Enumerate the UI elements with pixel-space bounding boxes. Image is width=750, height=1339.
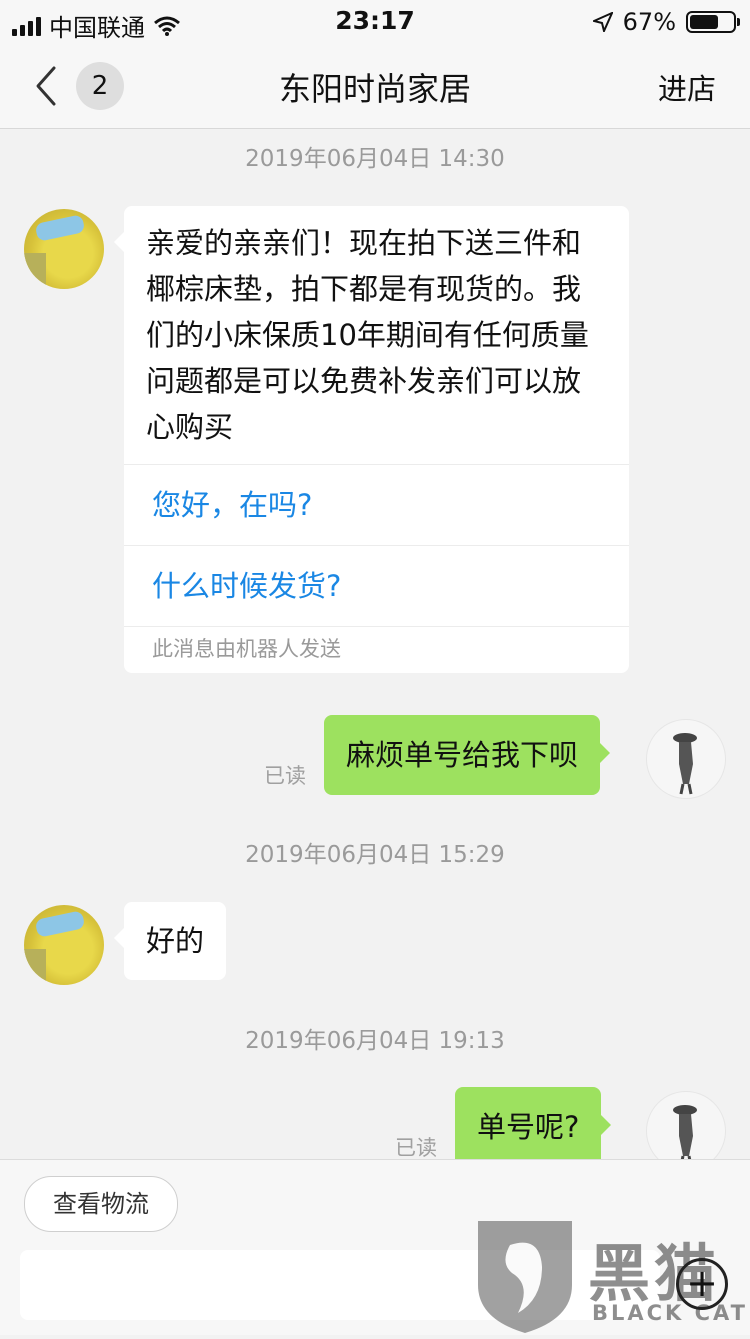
figure-icon: [673, 733, 697, 795]
battery-fill: [690, 15, 718, 29]
page-title: 东阳时尚家居: [278, 70, 471, 108]
quick-reply-shipping[interactable]: 什么时候发货?: [124, 545, 629, 626]
status-right: 67%: [592, 8, 740, 36]
message-bubble-shop: 亲爱的亲亲们！现在拍下送三件和椰棕床垫，拍下都是有现货的。我们的小床保质10年期…: [114, 206, 629, 673]
message-text: 麻烦单号给我下呗: [346, 738, 579, 772]
timestamp: 2019年06月04日 19:13: [245, 1028, 505, 1054]
my-avatar[interactable]: [646, 1091, 726, 1159]
plus-circle-icon[interactable]: +: [676, 1258, 728, 1310]
robot-note: 此消息由机器人发送: [124, 626, 629, 673]
cat-shield-icon: [478, 1221, 572, 1333]
message-bubble-me: 麻烦单号给我下呗: [324, 715, 611, 795]
message-text: 亲爱的亲亲们！现在拍下送三件和椰棕床垫，拍下都是有现货的。我们的小床保质10年期…: [146, 226, 589, 444]
my-avatar[interactable]: [646, 719, 726, 799]
battery-percent: 67%: [622, 8, 676, 36]
read-status: 已读: [395, 1136, 437, 1159]
view-logistics-button[interactable]: 查看物流: [24, 1176, 178, 1232]
location-icon: [592, 12, 613, 32]
timestamp: 2019年06月04日 15:29: [245, 842, 505, 868]
timestamp: 2019年06月04日 14:30: [245, 146, 505, 172]
nav-bar: 2 东阳时尚家居 进店: [0, 44, 750, 129]
chat-area[interactable]: 2019年06月04日 14:30 亲爱的亲亲们！现在拍下送三件和椰棕床垫，拍下…: [0, 129, 750, 1159]
input-toolbar: 查看物流 黑猫 BLACK CAT +: [0, 1159, 750, 1335]
battery-icon: [686, 11, 740, 33]
figure-icon: [673, 1105, 697, 1159]
status-bar: 中国联通 23:17 67%: [0, 0, 750, 44]
message-text: 单号呢?: [477, 1110, 580, 1144]
shop-avatar[interactable]: [24, 209, 104, 289]
message-bubble-me: 单号呢?: [455, 1087, 612, 1159]
message-text: 好的: [146, 924, 205, 958]
shop-avatar[interactable]: [24, 905, 104, 985]
quick-reply-hello[interactable]: 您好，在吗?: [124, 464, 629, 545]
enter-store-button[interactable]: 进店: [658, 66, 716, 108]
message-bubble-shop: 好的: [113, 902, 227, 980]
watermark-subtext: BLACK CAT: [592, 1301, 748, 1325]
read-status: 已读: [264, 764, 306, 788]
